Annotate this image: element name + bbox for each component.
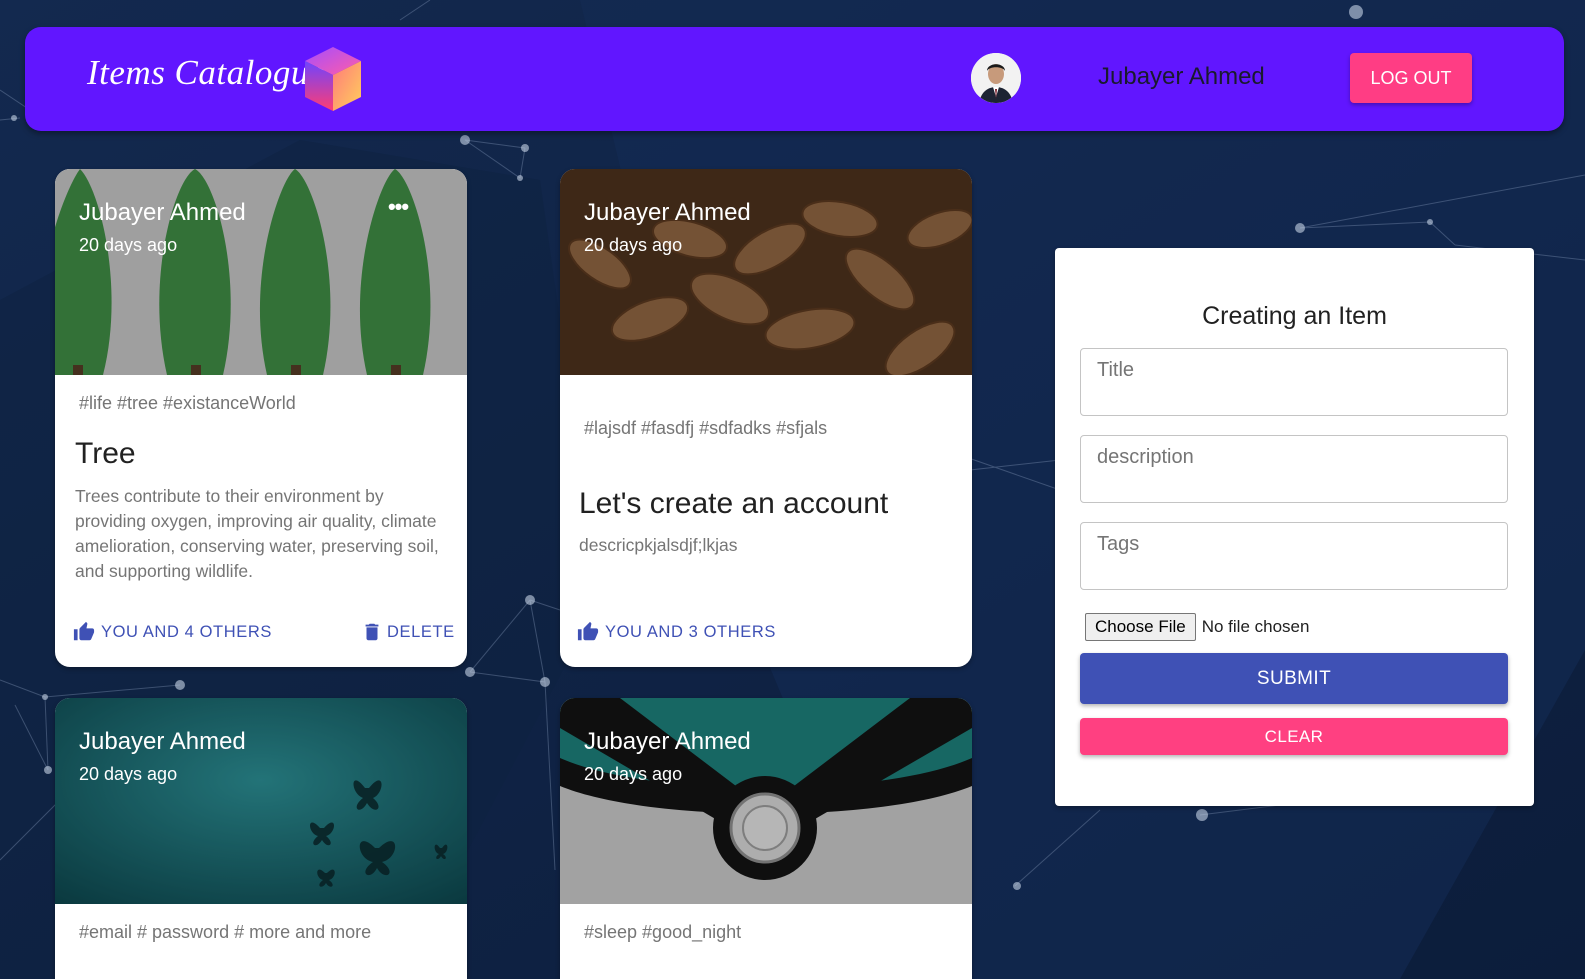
post-card-account: Jubayer Ahmed 20 days ago #lajsdf #fasdf… [560,169,972,667]
app-bar: Items Catalogue Jubayer Ahmed LOG OUT [25,27,1564,131]
like-label: YOU AND 4 OTHERS [101,622,272,641]
clear-button[interactable]: CLEAR [1080,718,1508,755]
file-status: No file chosen [1201,617,1310,636]
tags-input[interactable] [1081,523,1507,589]
description-input[interactable] [1081,436,1507,502]
post-time: 20 days ago [79,235,178,255]
post-description: descricpkjalsdjf;lkjas [579,535,738,555]
post-author: Jubayer Ahmed [79,728,246,755]
post-time: 20 days ago [79,764,178,784]
post-tags: #email # password # more and more [79,922,372,942]
user-portrait-icon [971,53,1021,103]
choose-file-button[interactable]: Choose File [1085,613,1196,641]
cube-logo-icon [305,47,361,111]
post-author: Jubayer Ahmed [584,728,751,755]
more-horiz-icon[interactable]: ••• [383,196,413,221]
submit-button[interactable]: SUBMIT [1080,653,1508,704]
thumb-up-icon [73,621,95,641]
description-field [1080,435,1508,503]
post-card-tree: Jubayer Ahmed 20 days ago ••• #life #tre… [55,169,467,667]
thumb-up-icon [577,621,599,641]
logout-button[interactable]: LOG OUT [1350,53,1472,103]
tags-field [1080,522,1508,590]
title-field [1080,348,1508,416]
post-card-email: Jubayer Ahmed 20 days ago #email # passw… [55,698,467,979]
post-tags: #sleep #good_night [584,922,742,942]
post-author: Jubayer Ahmed [584,199,751,226]
post-title: Let's create an account [579,487,889,520]
like-button[interactable]: YOU AND 4 OTHERS [73,621,272,643]
user-name: Jubayer Ahmed [1098,63,1265,90]
post-image: Jubayer Ahmed 20 days ago [560,169,972,375]
post-tags: #lajsdf #fasdfj #sdfadks #sfjals [584,418,828,438]
delete-label: DELETE [387,622,455,641]
post-description: Trees contribute to their environment by… [75,486,439,581]
post-card-sleep: Jubayer Ahmed 20 days ago #sleep #good_n… [560,698,972,979]
post-author: Jubayer Ahmed [79,199,246,226]
avatar[interactable] [971,53,1021,103]
create-item-form: Creating an Item Choose File No file cho… [1055,248,1534,806]
post-time: 20 days ago [584,764,683,784]
post-title: Tree [75,437,136,470]
delete-button[interactable]: DELETE [361,621,455,643]
delete-icon [365,623,379,641]
title-input[interactable] [1081,349,1507,415]
like-button[interactable]: YOU AND 3 OTHERS [577,621,776,643]
post-time: 20 days ago [584,235,683,255]
post-image: Jubayer Ahmed 20 days ago [55,698,467,904]
post-image: Jubayer Ahmed 20 days ago [560,698,972,904]
post-image: Jubayer Ahmed 20 days ago ••• [55,169,467,375]
file-upload: Choose File No file chosen [1085,613,1309,641]
like-label: YOU AND 3 OTHERS [605,622,776,641]
brand-title[interactable]: Items Catalogue [87,53,325,93]
form-heading: Creating an Item [1202,302,1387,330]
post-tags: #life #tree #existanceWorld [79,393,296,413]
